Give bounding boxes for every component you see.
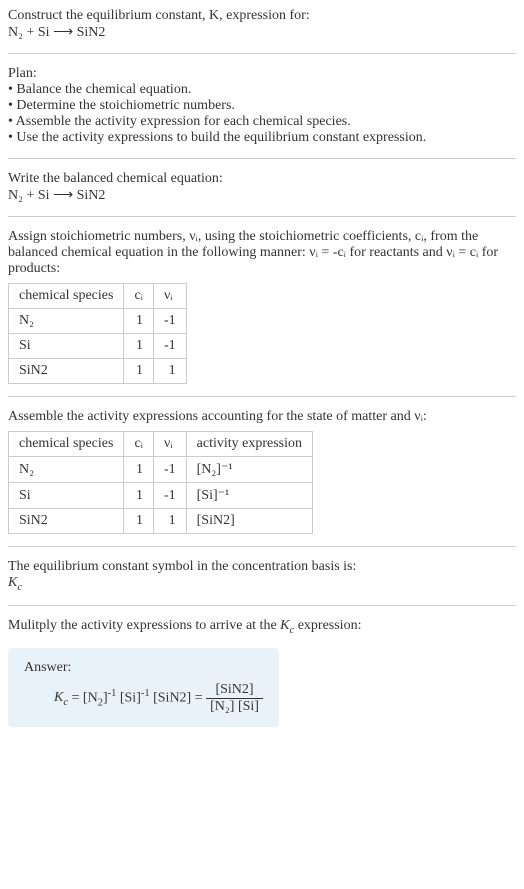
stoich-section: Assign stoichiometric numbers, νᵢ, using… (8, 229, 516, 384)
table-cell-nu: -1 (153, 334, 186, 359)
header-section: Construct the equilibrium constant, K, e… (8, 8, 516, 41)
balanced-section: Write the balanced chemical equation: N₂… (8, 171, 516, 204)
table-header-row: chemical species cᵢ νᵢ (9, 284, 187, 309)
table-row: N₂ 1 -1 (9, 309, 187, 334)
balanced-title: Write the balanced chemical equation: (8, 171, 516, 187)
table-row: N₂ 1 -1 [N₂]⁻¹ (9, 457, 313, 483)
plan-title: Plan: (8, 66, 516, 82)
stoich-table: chemical species cᵢ νᵢ N₂ 1 -1 Si 1 -1 S… (8, 283, 187, 384)
symbol-value: Kc (8, 575, 516, 593)
table-header-row: chemical species cᵢ νᵢ activity expressi… (9, 432, 313, 457)
table-cell-species: N₂ (9, 457, 124, 483)
answer-box: Answer: Kc = [N2]-1 [Si]-1 [SiN2] = [SiN… (8, 648, 279, 727)
divider (8, 53, 516, 54)
table-cell-expr: [N₂]⁻¹ (186, 457, 312, 483)
fraction-numerator: [SiN2] (206, 682, 263, 699)
table-cell-c: 1 (124, 309, 154, 334)
activity-intro: Assemble the activity expressions accoun… (8, 409, 516, 425)
symbol-section: The equilibrium constant symbol in the c… (8, 559, 516, 593)
table-header: cᵢ (124, 284, 154, 309)
plan-item: • Balance the chemical equation. (8, 82, 516, 98)
table-cell-species: Si (9, 483, 124, 509)
table-cell-species: SiN2 (9, 359, 124, 384)
table-header: νᵢ (153, 432, 186, 457)
table-cell-nu: 1 (153, 359, 186, 384)
plan-item: • Assemble the activity expression for e… (8, 114, 516, 130)
activity-section: Assemble the activity expressions accoun… (8, 409, 516, 534)
table-cell-c: 1 (124, 483, 154, 509)
table-cell-species: Si (9, 334, 124, 359)
table-cell-expr: [Si]⁻¹ (186, 483, 312, 509)
table-cell-c: 1 (124, 359, 154, 384)
activity-table: chemical species cᵢ νᵢ activity expressi… (8, 431, 313, 534)
divider (8, 396, 516, 397)
table-row: Si 1 -1 (9, 334, 187, 359)
table-row: Si 1 -1 [Si]⁻¹ (9, 483, 313, 509)
table-cell-nu: 1 (153, 509, 186, 534)
table-header: cᵢ (124, 432, 154, 457)
divider (8, 216, 516, 217)
plan-section: Plan: • Balance the chemical equation. •… (8, 66, 516, 146)
table-cell-species: N₂ (9, 309, 124, 334)
divider (8, 605, 516, 606)
divider (8, 546, 516, 547)
header-prompt: Construct the equilibrium constant, K, e… (8, 8, 516, 24)
divider (8, 158, 516, 159)
plan-item: • Use the activity expressions to build … (8, 130, 516, 146)
balanced-equation: N₂ + Si ⟶ SiN2 (8, 187, 516, 204)
table-cell-expr: [SiN2] (186, 509, 312, 534)
table-cell-c: 1 (124, 457, 154, 483)
table-row: SiN2 1 1 [SiN2] (9, 509, 313, 534)
multiply-section: Mulitply the activity expressions to arr… (8, 618, 516, 636)
table-header: chemical species (9, 432, 124, 457)
multiply-title: Mulitply the activity expressions to arr… (8, 618, 516, 636)
header-text: Construct the equilibrium constant, K, e… (8, 8, 310, 23)
table-row: SiN2 1 1 (9, 359, 187, 384)
table-cell-nu: -1 (153, 309, 186, 334)
table-header: chemical species (9, 284, 124, 309)
table-header: activity expression (186, 432, 312, 457)
answer-label: Answer: (24, 660, 263, 676)
table-cell-c: 1 (124, 334, 154, 359)
table-cell-nu: -1 (153, 457, 186, 483)
table-header: νᵢ (153, 284, 186, 309)
table-cell-c: 1 (124, 509, 154, 534)
plan-item: • Determine the stoichiometric numbers. (8, 98, 516, 114)
stoich-intro: Assign stoichiometric numbers, νᵢ, using… (8, 229, 516, 277)
fraction: [SiN2] [N₂] [Si] (206, 682, 263, 715)
header-equation: N₂ + Si ⟶ SiN2 (8, 24, 516, 41)
symbol-title: The equilibrium constant symbol in the c… (8, 559, 516, 575)
table-cell-nu: -1 (153, 483, 186, 509)
fraction-denominator: [N₂] [Si] (206, 699, 263, 715)
table-cell-species: SiN2 (9, 509, 124, 534)
answer-expression: Kc = [N2]-1 [Si]-1 [SiN2] = [SiN2] [N₂] … (54, 682, 263, 715)
